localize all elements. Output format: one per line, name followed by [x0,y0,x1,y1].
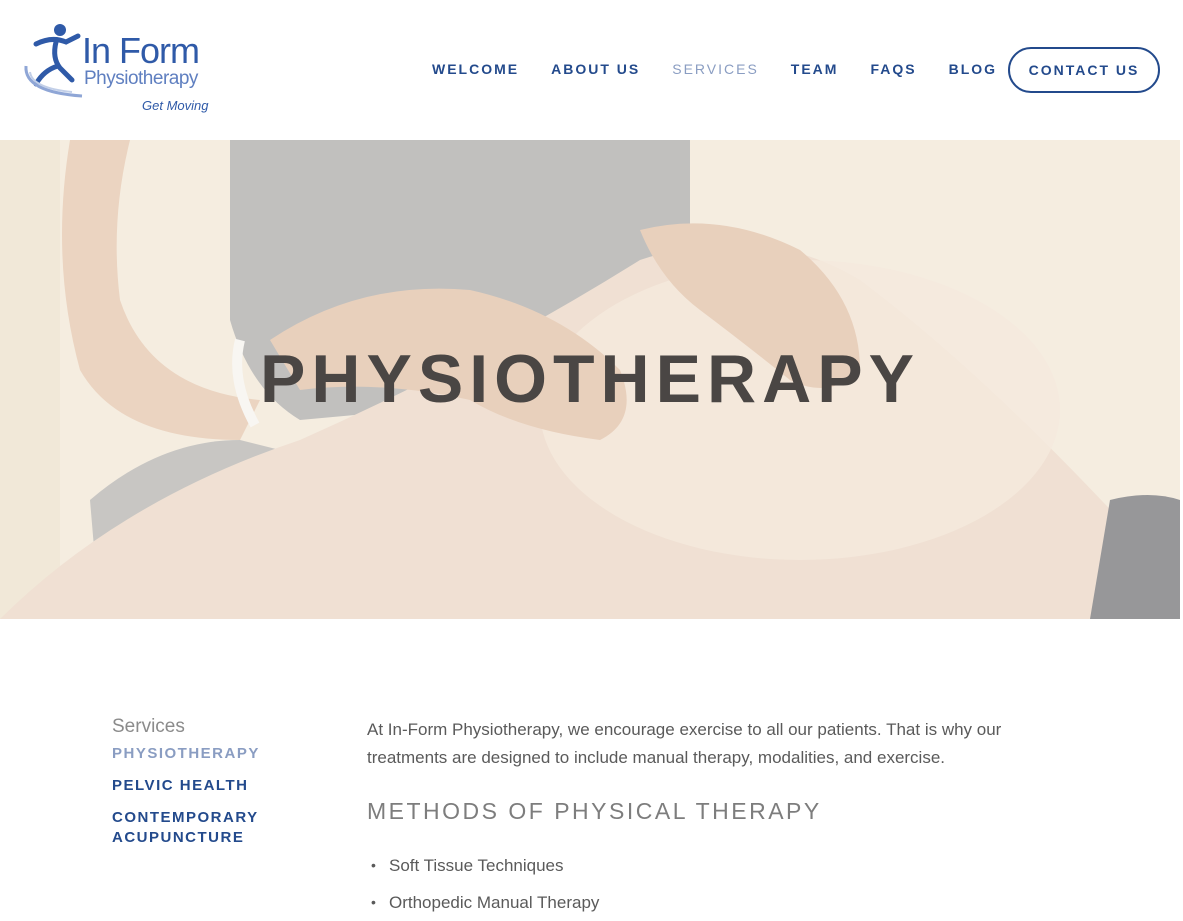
logo-title: In Form [82,30,200,71]
intro-paragraph: At In-Form Physiotherapy, we encourage e… [367,720,1002,767]
method-label: Soft Tissue Techniques [389,856,564,875]
list-item: • Soft Tissue Techniques [371,847,1047,884]
services-sidebar: Services PHYSIOTHERAPY PELVIC HEALTH CON… [112,716,312,860]
nav-team[interactable]: TEAM [791,61,839,77]
contact-us-button[interactable]: CONTACT US [1008,47,1160,93]
bullet-icon: • [371,894,376,910]
site-logo[interactable]: In Form Physiotherapy Get Moving [22,22,222,118]
logo-tagline: Get Moving [142,98,209,113]
sidebar-item-pelvic-health[interactable]: PELVIC HEALTH [112,776,312,796]
nav-services[interactable]: SERVICES [672,61,759,77]
method-label: Orthopedic Manual Therapy [389,893,600,912]
bullet-icon: • [371,857,376,873]
logo-subtitle: Physiotherapy [84,68,198,89]
section-title: METHODS OF PHYSICAL THERAPY [367,798,822,824]
main-content: At In-Form Physiotherapy, we encourage e… [367,716,1047,921]
site-header: In Form Physiotherapy Get Moving WELCOME… [0,0,1183,140]
main-nav: WELCOME ABOUT US SERVICES TEAM FAQS BLOG [432,61,1029,77]
sidebar-heading: Services [112,716,185,737]
sidebar-item-physiotherapy[interactable]: PHYSIOTHERAPY [112,744,312,764]
nav-welcome[interactable]: WELCOME [432,61,519,77]
nav-blog[interactable]: BLOG [949,61,997,77]
hero-title: PHYSIOTHERAPY [260,341,920,417]
methods-list: • Soft Tissue Techniques • Orthopedic Ma… [371,847,1047,921]
sidebar-item-contemporary-acupuncture[interactable]: CONTEMPORARY ACUPUNCTURE [112,808,312,848]
nav-about-us[interactable]: ABOUT US [551,61,640,77]
list-item: • Orthopedic Manual Therapy [371,884,1047,921]
hero-banner: PHYSIOTHERAPY [0,140,1180,619]
nav-faqs[interactable]: FAQS [870,61,916,77]
